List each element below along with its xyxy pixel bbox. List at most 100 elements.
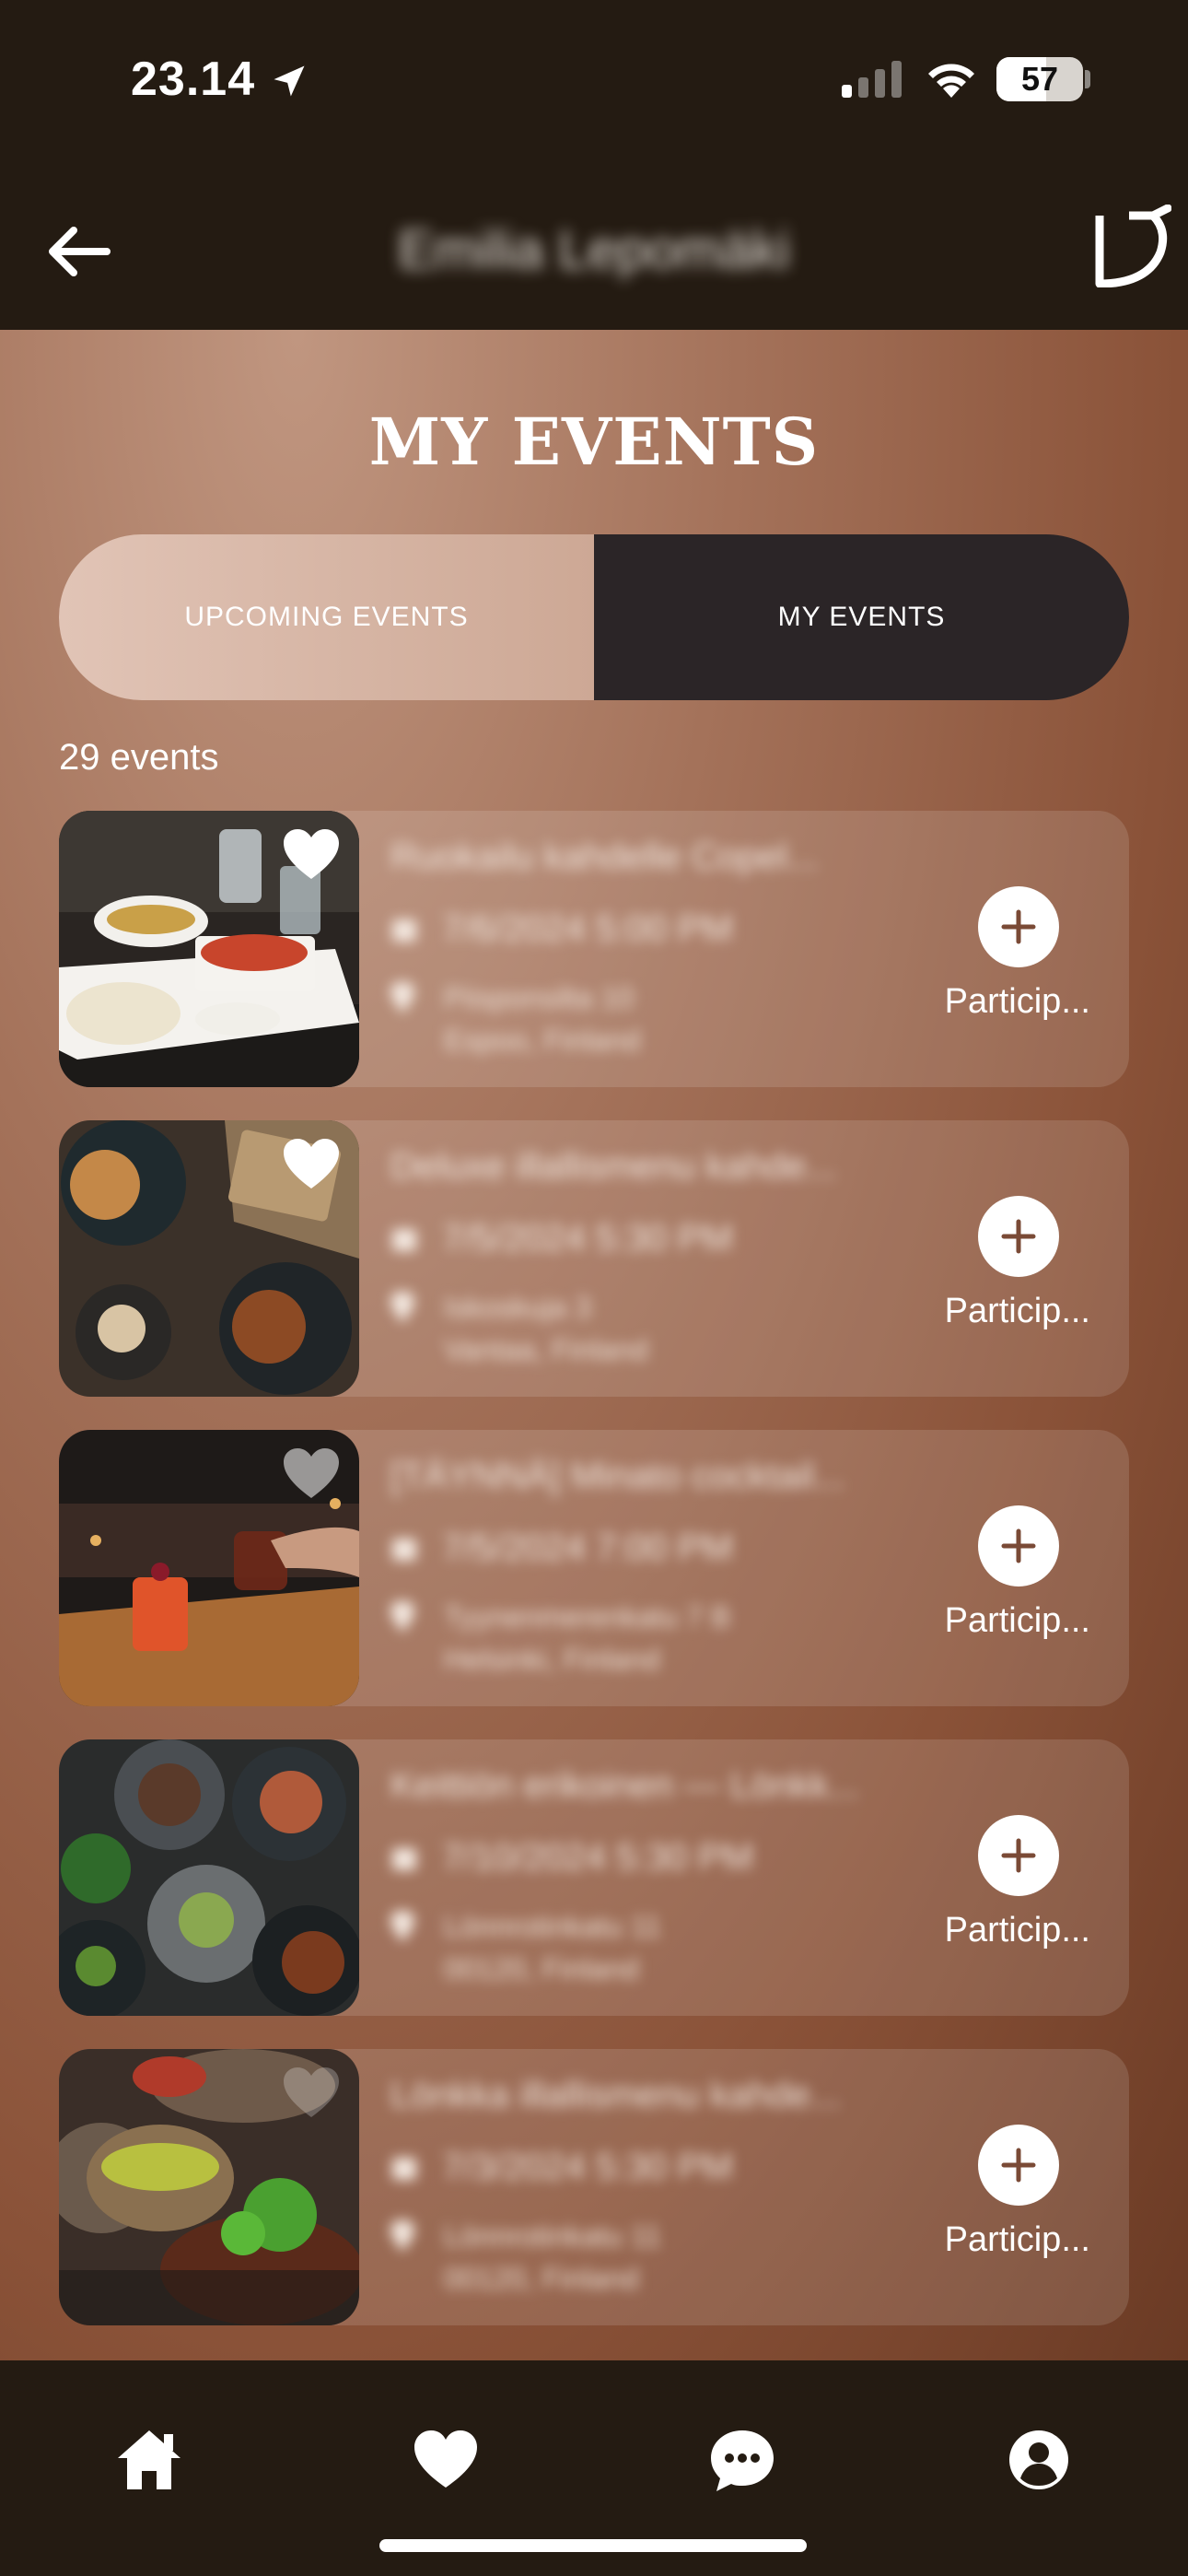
plus-icon [1001,1528,1036,1563]
favorite-heart-icon[interactable] [282,827,341,881]
event-address-row: Iskoskuja 3 Vantaa, Finland [390,1286,648,1371]
home-icon[interactable] [114,2425,184,2495]
status-time: 23.14 [131,53,256,106]
event-count: 29 events [59,737,219,778]
location-pin-icon [390,982,414,1013]
event-date-row: 7/5/2024 7:00 PM [390,1528,733,1569]
event-address: Piisponsilta 10 Espoo, Finland [444,977,640,1061]
calendar-icon [392,919,416,942]
event-card[interactable]: [TÄYNNÄ] Minato cocktail... 7/5/2024 7:0… [59,1430,1129,1706]
battery-tip [1085,70,1090,88]
address-line-1: Tyynenmerenkatu 7 B [444,1600,731,1633]
event-info: [TÄYNNÄ] Minato cocktail... 7/5/2024 7:0… [390,1430,926,1706]
participate-button[interactable] [978,2125,1059,2206]
chat-icon[interactable] [707,2425,777,2495]
main-content: MY EVENTS UPCOMING EVENTS MY EVENTS 29 e… [0,330,1188,2360]
plus-icon [1001,1219,1036,1254]
event-card[interactable]: Ruokailu kahdelle Copel... 7/6/2024 5:00… [59,811,1129,1087]
favorite-heart-icon[interactable] [282,2066,341,2119]
address-line-2: Vantaa, Finland [444,1333,648,1366]
participate-button[interactable] [978,886,1059,967]
location-pin-icon [390,1911,414,1942]
top-app-bar: Emilia Lepomäki [0,166,1188,330]
event-address: Iskoskuja 3 Vantaa, Finland [444,1286,648,1371]
address-line-1: Iskoskuja 3 [444,1291,592,1324]
calendar-icon [392,1538,416,1561]
event-info: Keittiön erikoinen — Lönkk... 7/10/2024 … [390,1739,926,2016]
profile-icon[interactable] [1004,2425,1074,2495]
event-address: Lönnrotinkatu 11 00120, Finland [444,1905,661,1990]
plus-icon [1001,1838,1036,1873]
event-date: 7/5/2024 5:30 PM [442,1218,733,1259]
event-date: 7/3/2024 5:30 PM [442,2147,733,2187]
event-date-row: 7/10/2024 5:30 PM [390,1837,753,1879]
status-bar: 23.14 57 [0,0,1188,166]
address-line-1: Lönnrotinkatu 11 [444,2219,662,2253]
event-image[interactable] [59,811,359,1087]
participate-label[interactable]: Particip... [943,1601,1090,1641]
location-arrow-icon [274,65,305,97]
plus-icon [1001,2148,1036,2183]
address-line-1: Lönnrotinkatu 11 [444,1910,662,1943]
heart-icon[interactable] [411,2425,481,2495]
event-address-row: Piisponsilta 10 Espoo, Finland [390,977,640,1061]
favorite-heart-icon[interactable] [282,1756,341,1809]
event-title: Keittiön erikoinen — Lönkk... [390,1765,860,1806]
event-info: Deluxe illallismenu kahde... 7/5/2024 5:… [390,1120,926,1397]
favorite-heart-icon[interactable] [282,1137,341,1190]
event-address: Tyynenmerenkatu 7 B Helsinki, Finland [444,1596,730,1680]
participate-button[interactable] [978,1505,1059,1587]
participate-button[interactable] [978,1815,1059,1896]
event-title: Lönkka illallismenu kahde... [390,2075,842,2115]
event-image[interactable] [59,1120,359,1397]
calendar-icon [392,2157,416,2180]
participate-label[interactable]: Particip... [943,982,1090,1022]
brand-logo-icon[interactable] [1092,205,1171,287]
participate-button[interactable] [978,1196,1059,1277]
event-date-row: 7/6/2024 5:00 PM [390,908,733,950]
event-title: Deluxe illallismenu kahde... [390,1146,837,1187]
tab-upcoming-events[interactable]: UPCOMING EVENTS [59,534,594,700]
event-date-row: 7/5/2024 5:30 PM [390,1218,733,1259]
home-indicator[interactable] [379,2539,807,2552]
battery-percent: 57 [1020,60,1059,98]
event-info: Lönkka illallismenu kahde... 7/3/2024 5:… [390,2049,926,2325]
event-card[interactable]: Deluxe illallismenu kahde... 7/5/2024 5:… [59,1120,1129,1397]
participate-label[interactable]: Particip... [943,1292,1090,1331]
tab-my-events[interactable]: MY EVENTS [594,534,1129,700]
event-address-row: Lönnrotinkatu 11 00120, Finland [390,2215,661,2300]
event-image[interactable] [59,1430,359,1706]
calendar-icon [392,1228,416,1251]
location-pin-icon [390,1601,414,1633]
participate-label[interactable]: Particip... [943,2220,1090,2260]
event-address-row: Tyynenmerenkatu 7 B Helsinki, Finland [390,1596,730,1680]
event-card[interactable]: Lönkka illallismenu kahde... 7/3/2024 5:… [59,2049,1129,2325]
event-address: Lönnrotinkatu 11 00120, Finland [444,2215,661,2300]
event-date-row: 7/3/2024 5:30 PM [390,2147,733,2188]
participate-label[interactable]: Particip... [943,1911,1090,1950]
event-date: 7/5/2024 7:00 PM [442,1528,733,1568]
event-address-row: Lönnrotinkatu 11 00120, Finland [390,1905,661,1990]
event-title: [TÄYNNÄ] Minato cocktail... [390,1456,845,1496]
event-tabs: UPCOMING EVENTS MY EVENTS [59,534,1129,700]
favorite-heart-icon[interactable] [282,1446,341,1500]
address-line-2: Espoo, Finland [444,1024,641,1057]
plus-icon [1001,909,1036,944]
event-date: 7/6/2024 5:00 PM [442,908,733,949]
event-image[interactable] [59,1739,359,2016]
header-title: Emilia Lepomäki [398,220,790,280]
event-image[interactable] [59,2049,359,2325]
address-line-2: Helsinki, Finland [444,1643,660,1676]
event-title: Ruokailu kahdelle Copel... [390,837,819,877]
wifi-icon [928,64,974,98]
address-line-2: 00120, Finland [444,1952,639,1985]
event-card[interactable]: Keittiön erikoinen — Lönkk... 7/10/2024 … [59,1739,1129,2016]
address-line-1: Piisponsilta 10 [444,981,635,1014]
address-line-2: 00120, Finland [444,2262,639,2295]
event-date: 7/10/2024 5:30 PM [442,1837,754,1878]
location-pin-icon [390,1292,414,1323]
event-info: Ruokailu kahdelle Copel... 7/6/2024 5:00… [390,811,926,1087]
battery-indicator: 57 [996,57,1083,101]
cellular-signal-icon [842,61,902,98]
page-title: MY EVENTS [368,404,820,480]
